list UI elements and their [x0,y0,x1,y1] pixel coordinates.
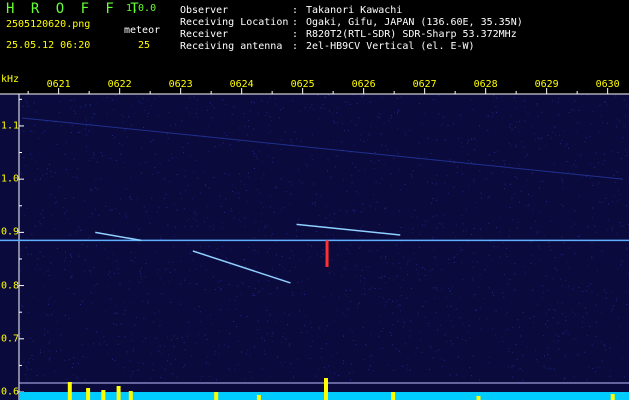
activity-spike [324,378,328,400]
activity-spike [256,395,261,400]
activity-spike [610,394,615,400]
x-tick-label: 0630 [595,79,620,90]
activity-spike [214,392,219,400]
x-tick-label: 0621 [46,79,71,90]
spectrogram-background [0,94,629,400]
activity-spike [391,392,396,400]
x-tick-label: 0622 [107,79,132,90]
activity-spike [128,391,133,400]
spectrogram [0,88,629,400]
x-tick-label: 0627 [412,79,437,90]
activity-spike [476,396,481,400]
y-tick-label: 1.1 [1,120,20,132]
y-axis-label: kHz [1,74,20,85]
y-tick-label: 0.7 [1,333,20,345]
x-tick-label: 0628 [473,79,498,90]
x-tick-label: 0624 [229,79,254,90]
x-tick-label: 0626 [351,79,376,90]
y-tick-label: 0.6 [1,386,20,398]
activity-spike [67,382,72,400]
y-tick-label: 1.0 [1,173,20,185]
activity-spike [86,388,91,400]
y-tick-label: 0.8 [1,280,20,292]
y-tick-label: 0.9 [1,226,20,238]
x-tick-label: 0625 [290,79,315,90]
activity-spike [116,386,121,400]
x-tick-label: 0623 [168,79,193,90]
x-tick-label: 0629 [534,79,559,90]
activity-spike [101,390,106,400]
